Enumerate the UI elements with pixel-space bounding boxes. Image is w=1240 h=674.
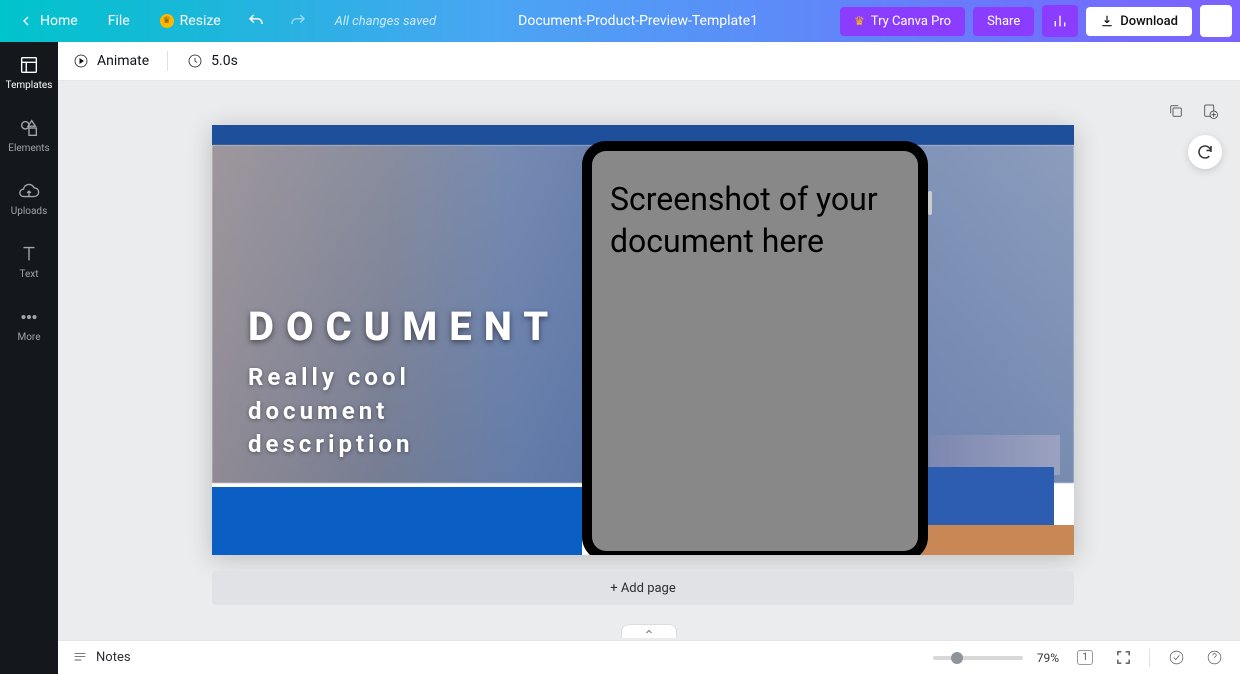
- timeline-handle[interactable]: [621, 624, 677, 638]
- tablet-screen: Screenshot of your document here: [592, 151, 918, 551]
- refresh-icon: [1196, 143, 1214, 161]
- duplicate-page-button[interactable]: [1164, 99, 1188, 123]
- save-status: All changes saved: [335, 14, 436, 29]
- clock-icon: [186, 52, 204, 70]
- sidebar-item-text[interactable]: Text: [18, 239, 40, 284]
- zoom-slider[interactable]: [933, 656, 1023, 660]
- share-button[interactable]: Share: [973, 7, 1034, 36]
- home-button[interactable]: Home: [8, 7, 88, 35]
- download-icon: [1100, 14, 1114, 28]
- bottom-bar: Notes 79% 1: [58, 640, 1240, 674]
- dots-horizontal-icon: ···: [1208, 13, 1224, 29]
- more-menu-button[interactable]: ···: [1200, 5, 1232, 37]
- page-wrapper: DOCUMENT Really cool document descriptio…: [212, 125, 1074, 555]
- file-menu[interactable]: File: [96, 7, 142, 35]
- help-icon: [1206, 649, 1223, 666]
- duplicate-icon: [1167, 102, 1185, 120]
- separator: [1149, 649, 1150, 667]
- add-page-button[interactable]: + Add page: [212, 571, 1074, 605]
- templates-icon: [18, 54, 40, 76]
- grid-view-button[interactable]: 1: [1073, 646, 1097, 670]
- resize-button[interactable]: ♛ Resize: [150, 7, 231, 35]
- animate-icon: [72, 52, 90, 70]
- download-button[interactable]: Download: [1086, 7, 1192, 36]
- duration-button[interactable]: 5.0s: [186, 52, 238, 70]
- crown-icon: ♛: [160, 14, 174, 28]
- zoom-percent[interactable]: 79%: [1037, 651, 1059, 665]
- sidebar-item-more[interactable]: More: [17, 302, 40, 347]
- home-label: Home: [40, 13, 78, 29]
- document-subheading-text[interactable]: Really cool document description: [248, 361, 508, 462]
- page-count-badge: 1: [1077, 650, 1093, 665]
- tablet-frame[interactable]: Screenshot of your document here: [582, 141, 928, 555]
- separator: [167, 51, 168, 71]
- check-button[interactable]: [1164, 646, 1188, 670]
- side-panel: Templates Elements Uploads Text More: [0, 42, 58, 674]
- tablet-placeholder-text[interactable]: Screenshot of your document here: [610, 179, 900, 262]
- chevron-up-icon: [643, 626, 655, 638]
- help-button[interactable]: [1202, 646, 1226, 670]
- text-icon: [18, 243, 40, 265]
- crown-icon: ♛: [854, 14, 865, 28]
- redo-icon: [289, 12, 307, 30]
- dots-horizontal-icon: [18, 306, 40, 328]
- chevron-left-icon: [18, 13, 34, 29]
- bar-chart-icon: [1052, 13, 1068, 29]
- sidebar-item-uploads[interactable]: Uploads: [11, 176, 47, 221]
- elements-icon: [18, 117, 40, 139]
- editor-options-bar: Animate 5.0s: [58, 42, 1240, 81]
- document-heading-text[interactable]: DOCUMENT: [248, 303, 560, 350]
- animate-button[interactable]: Animate: [72, 52, 149, 70]
- redo-button[interactable]: [281, 4, 315, 38]
- fullscreen-icon: [1115, 649, 1132, 666]
- zoom-thumb[interactable]: [951, 652, 963, 664]
- notes-icon: [72, 650, 88, 666]
- fullscreen-button[interactable]: [1111, 646, 1135, 670]
- top-bar: Home File ♛ Resize All changes saved Doc…: [0, 0, 1240, 42]
- insights-button[interactable]: [1042, 5, 1078, 37]
- undo-button[interactable]: [239, 4, 273, 38]
- document-title[interactable]: Document-Product-Preview-Template1: [518, 13, 758, 29]
- canvas-area: DOCUMENT Really cool document descriptio…: [58, 81, 1240, 640]
- notes-button[interactable]: Notes: [72, 650, 131, 666]
- add-page-icon-button[interactable]: [1198, 99, 1222, 123]
- reload-view-button[interactable]: [1188, 135, 1222, 169]
- undo-icon: [247, 12, 265, 30]
- sidebar-item-elements[interactable]: Elements: [8, 113, 49, 158]
- page-tools: [1164, 99, 1222, 123]
- design-page[interactable]: DOCUMENT Really cool document descriptio…: [212, 125, 1074, 555]
- add-page-icon: [1201, 102, 1219, 120]
- try-pro-button[interactable]: ♛ Try Canva Pro: [840, 7, 965, 36]
- uploads-icon: [18, 180, 40, 202]
- check-circle-icon: [1168, 649, 1185, 666]
- orange-strip: [909, 525, 1074, 555]
- sidebar-item-templates[interactable]: Templates: [6, 50, 53, 95]
- blue-block-bottom-left: [212, 487, 582, 555]
